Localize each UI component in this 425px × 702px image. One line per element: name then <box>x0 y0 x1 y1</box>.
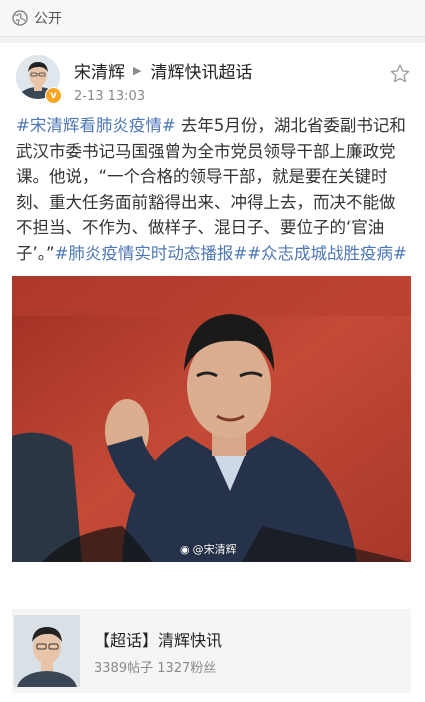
weibo-logo-icon: ◉ <box>180 542 190 556</box>
channel-name[interactable]: 清辉快讯超话 <box>150 58 252 83</box>
hashtag-link[interactable]: #宋清辉看肺炎疫情# <box>16 116 176 135</box>
image-watermark: ◉ @宋清辉 <box>180 541 237 557</box>
visibility-label: 公开 <box>34 11 62 27</box>
super-topic-thumbnail <box>14 615 80 687</box>
star-icon[interactable] <box>389 63 411 85</box>
post-header: v 宋清辉 ▶ 清辉快讯超话 2-13 13:03 <box>0 43 425 111</box>
triangle-right-icon: ▶ <box>133 64 142 77</box>
hashtag-link[interactable]: #肺炎疫情实时动态播报##众志成城战胜疫病# <box>55 244 407 263</box>
watermark-text: @宋清辉 <box>192 543 237 556</box>
post-text: #宋清辉看肺炎疫情# 去年5月份，湖北省委副书记和武汉市委书记马国强曾为全市党员… <box>0 113 425 266</box>
post-text-segment: 去年5月份，湖北省委副书记和武汉市委书记马国强曾为全市党员领导干部上廉政党课。他… <box>16 116 406 263</box>
author-row: 宋清辉 ▶ 清辉快讯超话 <box>74 58 252 83</box>
post-image[interactable]: ◉ @宋清辉 <box>12 276 411 562</box>
super-topic-card[interactable]: 【超话】清辉快讯 3389帖子 1327粉丝 <box>12 609 411 693</box>
visibility-bar: 公开 <box>0 0 425 37</box>
post-time: 2-13 13:03 <box>74 89 146 104</box>
author-name[interactable]: 宋清辉 <box>74 58 125 83</box>
super-topic-info: 【超话】清辉快讯 3389帖子 1327粉丝 <box>94 627 222 676</box>
post-card: v 宋清辉 ▶ 清辉快讯超话 2-13 13:03 #宋清辉看肺炎疫情# 去年5… <box>0 43 425 702</box>
globe-icon <box>12 10 28 26</box>
super-topic-title: 【超话】清辉快讯 <box>94 630 223 650</box>
super-topic-stats: 3389帖子 1327粉丝 <box>94 660 217 676</box>
verified-badge-icon: v <box>45 87 62 104</box>
